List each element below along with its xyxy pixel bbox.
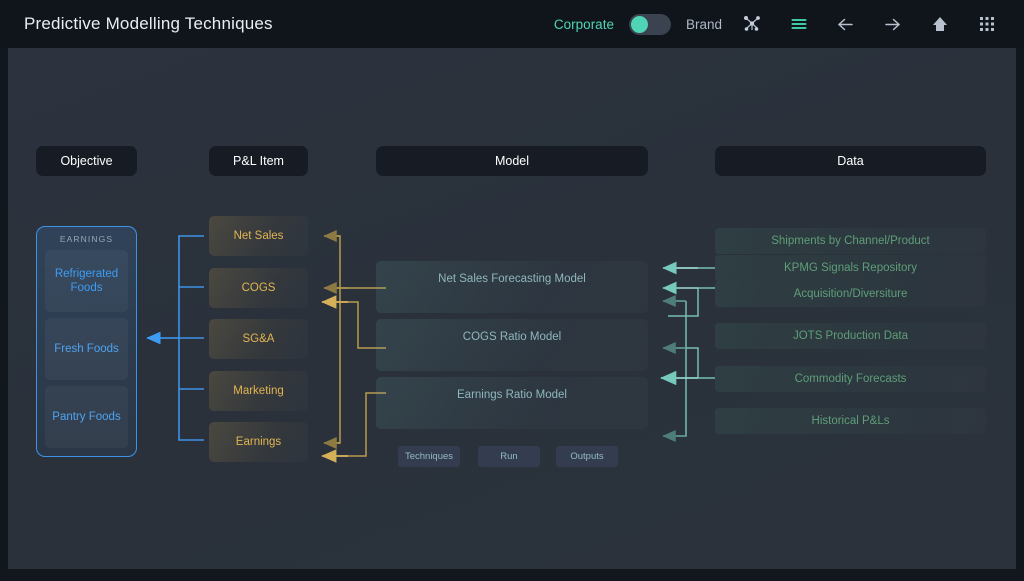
model-item-net-sales-forecasting[interactable]: Net Sales Forecasting Model <box>376 261 648 313</box>
model-item-earnings-ratio[interactable]: Earnings Ratio Model <box>376 377 648 429</box>
hamburger-menu-icon[interactable] <box>775 0 822 48</box>
column-header-data: Data <box>715 146 986 176</box>
network-graph-icon[interactable] <box>728 0 775 48</box>
app-header: Predictive Modelling Techniques Corporat… <box>0 0 1024 48</box>
data-item-commodity-forecasts[interactable]: Commodity Forecasts <box>715 366 986 392</box>
app-window: Predictive Modelling Techniques Corporat… <box>0 0 1024 581</box>
data-item-jots-production-data[interactable]: JOTS Production Data <box>715 323 986 349</box>
segment-label-corporate[interactable]: Corporate <box>548 17 620 32</box>
data-item-historical-pls[interactable]: Historical P&Ls <box>715 408 986 434</box>
header-controls: Corporate Brand <box>548 0 1010 48</box>
segment-label-brand[interactable]: Brand <box>680 17 728 32</box>
pnl-item-cogs[interactable]: COGS <box>209 268 308 308</box>
page-title: Predictive Modelling Techniques <box>24 14 273 33</box>
column-header-pnl: P&L Item <box>209 146 308 176</box>
objective-item-fresh-foods[interactable]: Fresh Foods <box>45 318 128 380</box>
objective-card-title: EARNINGS <box>59 234 114 244</box>
home-icon[interactable] <box>916 0 963 48</box>
model-item-cogs-ratio[interactable]: COGS Ratio Model <box>376 319 648 371</box>
data-item-kpmg-signals-repository[interactable]: KPMG Signals Repository <box>715 255 986 281</box>
column-header-model: Model <box>376 146 648 176</box>
data-item-shipments-by-channel-product[interactable]: Shipments by Channel/Product <box>715 228 986 254</box>
pnl-item-earnings[interactable]: Earnings <box>209 422 308 462</box>
pnl-item-net-sales[interactable]: Net Sales <box>209 216 308 256</box>
toggle-knob <box>630 15 648 33</box>
arrow-left-icon[interactable] <box>822 0 869 48</box>
pnl-item-marketing[interactable]: Marketing <box>209 371 308 411</box>
column-header-objective: Objective <box>36 146 137 176</box>
objective-item-pantry-foods[interactable]: Pantry Foods <box>45 386 128 448</box>
techniques-button[interactable]: Techniques <box>398 446 460 467</box>
arrow-right-icon[interactable] <box>869 0 916 48</box>
objective-item-refrigerated-foods[interactable]: Refrigerated Foods <box>45 250 128 312</box>
data-item-acquisition-diversiture[interactable]: Acquisition/Diversiture <box>715 281 986 307</box>
corporate-brand-toggle[interactable] <box>628 13 671 35</box>
outputs-button[interactable]: Outputs <box>556 446 618 467</box>
objective-earnings-card[interactable]: EARNINGS Refrigerated Foods Fresh Foods … <box>36 226 137 457</box>
run-button[interactable]: Run <box>478 446 540 467</box>
apps-grid-icon[interactable] <box>963 0 1010 48</box>
diagram-canvas: Objective EARNINGS Refrigerated Foods Fr… <box>8 48 1016 569</box>
pnl-item-sga[interactable]: SG&A <box>209 319 308 359</box>
